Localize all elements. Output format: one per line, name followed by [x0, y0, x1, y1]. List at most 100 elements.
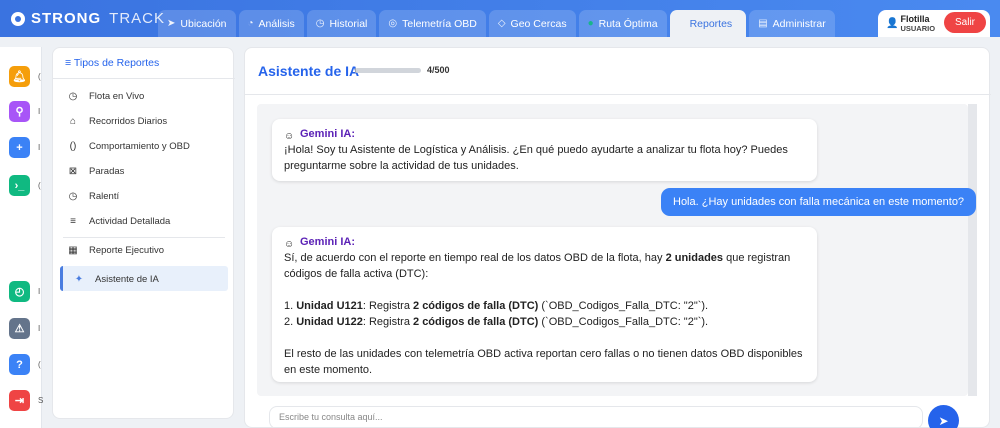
tab-analisis[interactable]: ◔ Análisis [238, 10, 304, 37]
report-item-comportamiento-obd[interactable]: () Comportamiento y OBD [67, 141, 190, 152]
brand-logo[interactable]: STRONG TRACK [11, 10, 165, 27]
tab-label: Geo Cercas [510, 17, 567, 30]
list-icon: ≡ [70, 216, 76, 227]
user-message-text: Hola. ¿Hay unidades con falla mecánica e… [673, 196, 965, 208]
terminal-icon[interactable]: ›_ [9, 175, 30, 196]
tab-label: Administrar [772, 17, 826, 30]
panel-title: ≡ Tipos de Reportes [65, 57, 159, 69]
tab-label: Análisis [258, 17, 295, 30]
send-icon: ➤ [167, 18, 176, 29]
report-item-recorridos-diarios[interactable]: ⌂ Recorridos Diarios [67, 116, 167, 127]
report-item-label: Flota en Vivo [89, 91, 145, 102]
report-item-label: Comportamiento y OBD [89, 141, 190, 152]
send-icon: ➤ [938, 413, 949, 428]
text: (`OBD_Codigos_Falla_DTC: "2"`). [538, 300, 709, 312]
rail-label: ( [38, 360, 41, 369]
sender-label: Gemini IA: [300, 128, 356, 140]
list-icon: ≡ [65, 57, 74, 69]
bold-text: Unidad U121 [296, 300, 363, 312]
tab-reportes[interactable]: Reportes [669, 10, 747, 37]
report-item-label: Paradas [89, 166, 125, 177]
fault-list-item: 1. Unidad U121: Registra 2 códigos de fa… [284, 298, 805, 314]
logout-icon[interactable]: ⇥ [9, 390, 30, 411]
bot-message: ☺ Gemini IA: Sí, de acuerdo con el report… [272, 227, 817, 382]
rail-label: I [38, 107, 41, 116]
robot-icon: ☺ [284, 238, 295, 250]
rail-label: I [38, 143, 41, 152]
timer-icon[interactable]: ◴ [9, 281, 30, 302]
chat-input[interactable]: Escribe tu consulta aquí... [269, 406, 923, 428]
divider [63, 237, 225, 238]
add-user-icon[interactable]: + [9, 137, 30, 158]
report-item-ralenti[interactable]: ◷ Ralentí [67, 191, 119, 202]
report-types-panel: ≡ Tipos de Reportes ◷ Flota en Vivo ⌂ Reco… [52, 47, 235, 419]
text: 1. [284, 300, 297, 312]
usage-counter: 4/500 [427, 65, 450, 75]
user-role: USUARIO [900, 23, 936, 33]
user-message: Hola. ¿Hay unidades con falla mecánica e… [661, 188, 977, 216]
report-item-reporte-ejecutivo[interactable]: ▦ Reporte Ejecutivo [67, 245, 164, 256]
report-item-label: Asistente de IA [95, 274, 159, 285]
chat-scrollbar[interactable] [968, 104, 977, 396]
rail-label: S [38, 396, 44, 405]
bold-text: Unidad U122 [296, 316, 363, 328]
text: Sí, de acuerdo con el reporte en tiempo … [284, 252, 666, 264]
fault-list-item: 2. Unidad U122: Registra 2 códigos de fa… [284, 314, 805, 330]
bell-icon[interactable]: 🔔︎ [9, 66, 30, 87]
rail-label: ( [38, 181, 41, 190]
user-name: Flotilla [900, 13, 930, 24]
report-item-actividad-detallada[interactable]: ≡ Actividad Detallada [67, 216, 170, 227]
warning-icon[interactable]: ⚠ [9, 318, 30, 339]
assistant-title: Asistente de IA [258, 63, 360, 79]
tab-ruta-optima[interactable]: ● Ruta Óptima [578, 10, 667, 37]
panel-title-text: Tipos de Reportes [73, 57, 160, 69]
text: : Registra [362, 300, 414, 312]
text: 2. [284, 316, 297, 328]
sender-label: Gemini IA: [300, 236, 356, 248]
admin-icon: ▤ [758, 18, 768, 29]
report-item-paradas[interactable]: ⊠ Paradas [67, 166, 125, 177]
home-icon: ⌂ [69, 116, 77, 127]
tab-geo-cercas[interactable]: ◇ Geo Cercas [488, 10, 576, 37]
help-icon[interactable]: ? [9, 354, 30, 375]
bold-text: 2 unidades [665, 252, 724, 264]
tab-label: Telemetría OBD [402, 17, 477, 30]
tab-label: Reportes [689, 17, 733, 30]
report-item-flota-en-vivo[interactable]: ◷ Flota en Vivo [67, 91, 145, 102]
logout-button[interactable]: Salir [944, 12, 986, 33]
tab-telemetria-obd[interactable]: ◎ Telemetría OBD [379, 10, 486, 37]
layout-icon: ▦ [68, 245, 78, 256]
divider [53, 78, 235, 79]
usage-progress-fill [355, 68, 356, 73]
assistant-panel: Asistente de IA 4/500 ☺ Gemini IA: ¡Hola!… [244, 47, 991, 428]
clock-icon: ◷ [68, 191, 78, 202]
top-bar: STRONG TRACK ➤ Ubicación ◔ Análisis ◷ Histo… [0, 0, 1000, 37]
tab-historial[interactable]: ◷ Historial [306, 10, 377, 37]
clock-icon: ◷ [315, 18, 325, 29]
bot-message-intro: Sí, de acuerdo con el reporte en tiempo … [284, 250, 805, 282]
tab-label: Ubicación [180, 17, 227, 30]
report-item-asistente-ia[interactable]: ✦ Asistente de IA [73, 274, 159, 285]
report-item-label: Recorridos Diarios [89, 116, 168, 127]
divider [245, 94, 991, 95]
shield-icon: ◇ [497, 18, 506, 29]
obd-icon: ◎ [388, 18, 398, 29]
bot-message-text: ¡Hola! Soy tu Asistente de Logística y A… [284, 144, 788, 172]
usage-progress-bar [355, 68, 421, 73]
map-pin-icon[interactable]: ⚲ [9, 101, 30, 122]
report-item-label: Ralentí [89, 191, 120, 202]
logo-icon [11, 11, 25, 26]
tab-ubicacion[interactable]: ➤ Ubicación [158, 10, 236, 37]
send-button[interactable]: ➤ [928, 405, 959, 428]
text: : Registra [362, 316, 414, 328]
brand-name-strong: STRONG [31, 10, 102, 27]
tab-administrar[interactable]: ▤ Administrar [749, 10, 835, 37]
bot-sender: ☺ Gemini IA: [284, 126, 805, 142]
rail-label: ( [38, 72, 41, 81]
bot-message-outro: El resto de las unidades con telemetría … [284, 348, 803, 376]
main-tabs: ➤ Ubicación ◔ Análisis ◷ Historial ◎ Telemet… [158, 10, 835, 37]
left-rail: 🔔︎ ( ⚲ I + I ›_ ( ◴ I ⚠ I ? ( ⇥ S [0, 47, 44, 428]
bolt-icon: () [69, 141, 77, 152]
rail-label: I [38, 324, 41, 333]
